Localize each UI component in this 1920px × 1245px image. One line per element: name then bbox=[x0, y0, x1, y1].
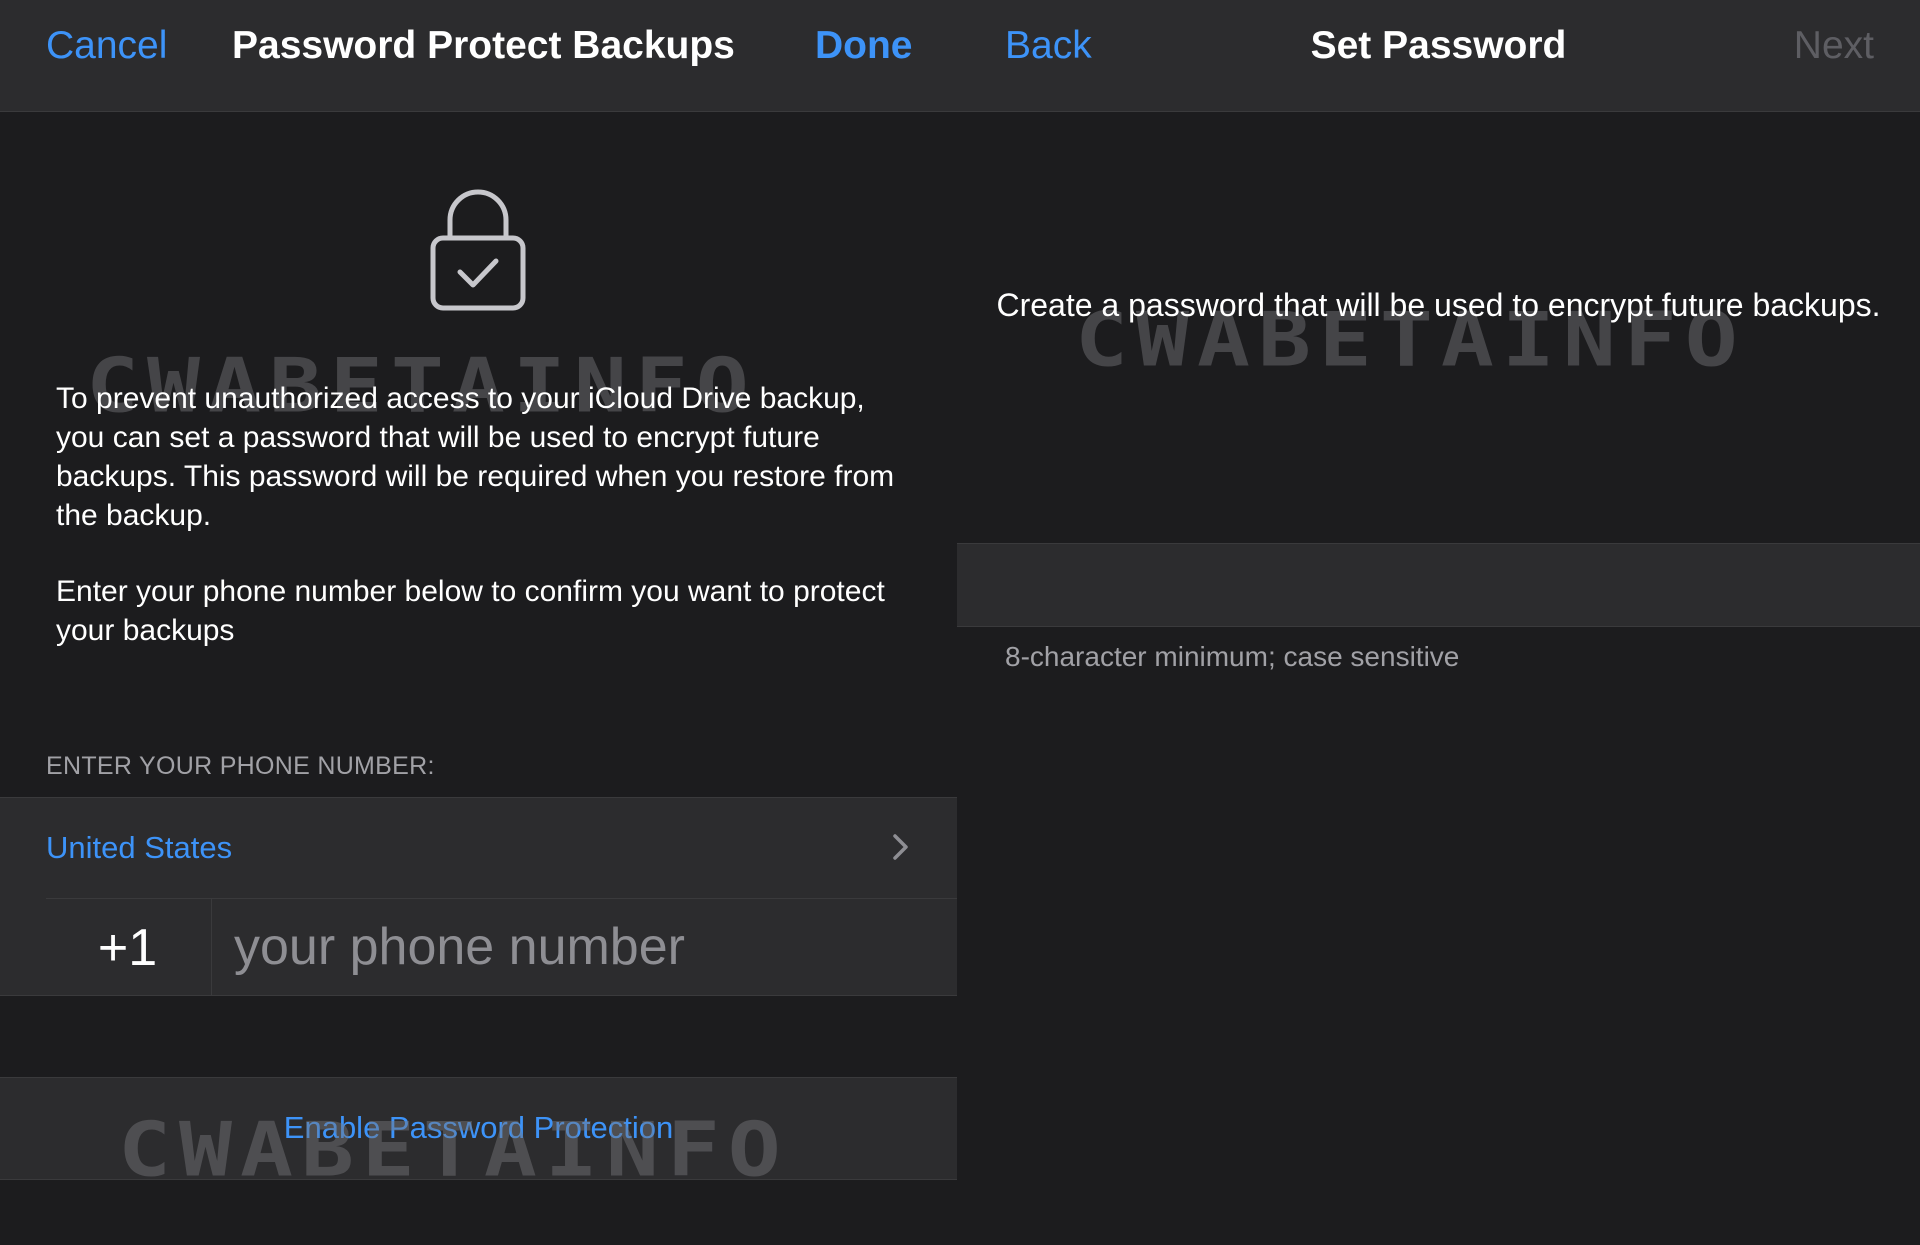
phone-number-input[interactable] bbox=[234, 912, 924, 982]
intro-description: To prevent unauthorized access to your i… bbox=[56, 382, 895, 532]
create-password-description: Create a password that will be used to e… bbox=[996, 287, 1881, 323]
lock-check-icon bbox=[428, 180, 528, 312]
done-button[interactable]: Done bbox=[815, 22, 913, 70]
divider bbox=[46, 898, 957, 899]
set-password-screen: Back Set Password Next CWABETAINFO Creat… bbox=[957, 0, 1920, 1245]
navigation-bar: Back Set Password Next bbox=[957, 0, 1920, 112]
country-name: United States bbox=[46, 830, 233, 865]
navigation-bar: Cancel Password Protect Backups Done bbox=[0, 0, 957, 112]
country-code[interactable]: +1 bbox=[46, 918, 209, 978]
chevron-right-icon bbox=[891, 832, 911, 862]
confirm-description: Enter your phone number below to confirm… bbox=[56, 575, 885, 647]
phone-number-row: +1 bbox=[0, 898, 957, 996]
enable-password-protection-label: Enable Password Protection bbox=[283, 1110, 674, 1145]
cancel-button[interactable]: Cancel bbox=[46, 22, 167, 70]
password-field[interactable] bbox=[957, 543, 1920, 627]
country-selector[interactable]: United States bbox=[0, 797, 957, 899]
enable-password-protection-button[interactable]: Enable Password Protection bbox=[0, 1077, 957, 1180]
divider bbox=[211, 898, 212, 995]
next-button[interactable]: Next bbox=[1794, 22, 1874, 70]
page-title: Set Password bbox=[1310, 24, 1567, 67]
password-hint: 8-character minimum; case sensitive bbox=[1005, 641, 1460, 672]
phone-section-label: ENTER YOUR PHONE NUMBER: bbox=[46, 752, 435, 780]
password-protect-backups-screen: Cancel Password Protect Backups Done CWA… bbox=[0, 0, 957, 1245]
page-title: Password Protect Backups bbox=[232, 24, 735, 67]
password-input[interactable] bbox=[1005, 556, 1875, 614]
